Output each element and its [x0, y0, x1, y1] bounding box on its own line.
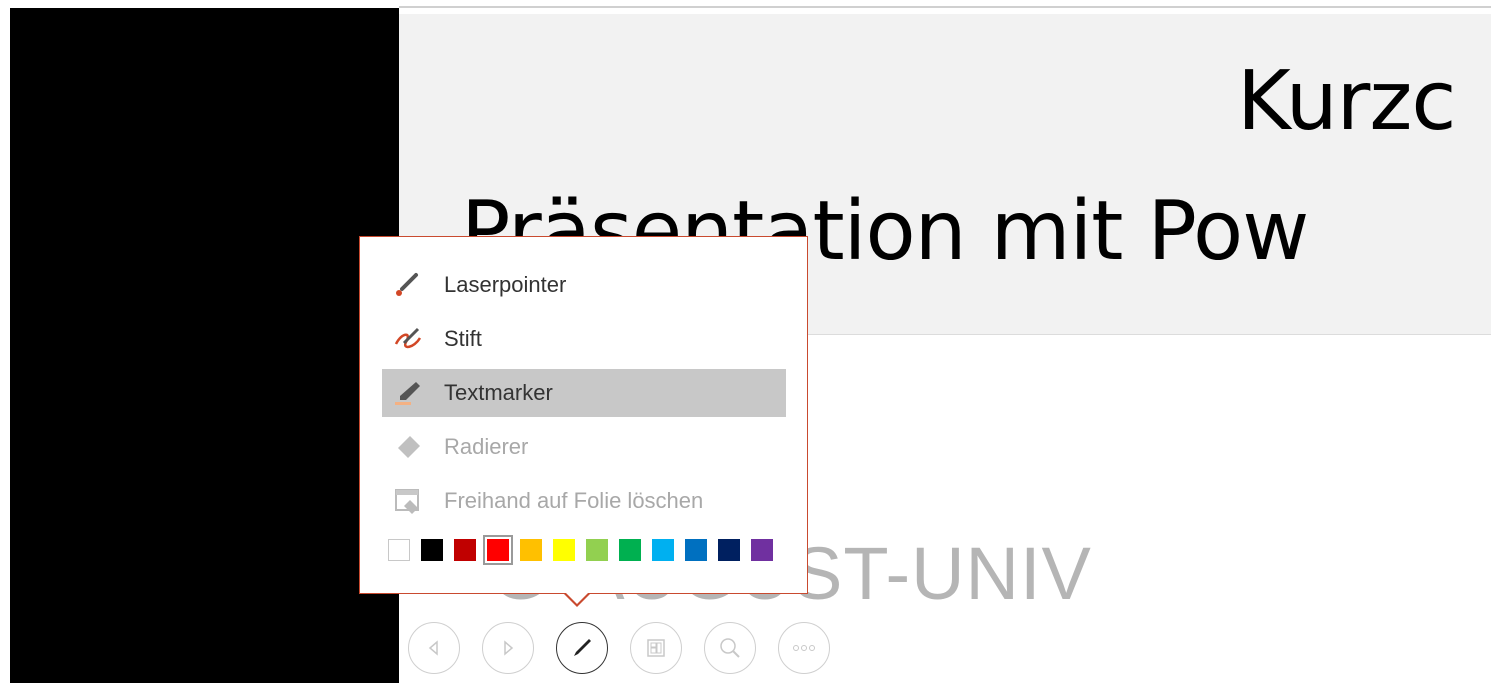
erase-all-ink-icon: [392, 485, 432, 517]
pen-icon: [392, 323, 432, 355]
menu-item-label: Radierer: [444, 434, 529, 459]
next-slide-button[interactable]: [482, 622, 534, 674]
pointer-options-menu: Laserpointer Stift Textmarker Radierer F…: [359, 236, 808, 594]
see-all-slides-icon: [647, 639, 665, 657]
eraser-icon: [392, 431, 432, 463]
color-swatch-white[interactable]: [388, 539, 410, 561]
presenter-black-area: [10, 8, 399, 683]
menu-item-stift[interactable]: Stift: [382, 315, 786, 363]
color-swatch-dark-blue[interactable]: [718, 539, 740, 561]
color-swatch-light-blue[interactable]: [652, 539, 674, 561]
color-swatch-green[interactable]: [619, 539, 641, 561]
zoom-button[interactable]: [704, 622, 756, 674]
color-swatch-light-green[interactable]: [586, 539, 608, 561]
color-swatch-red[interactable]: [483, 535, 513, 565]
menu-item-label: Textmarker: [444, 380, 553, 405]
ink-color-palette: [388, 535, 784, 565]
zoom-icon: [720, 638, 740, 658]
next-slide-icon: [504, 640, 514, 656]
more-options-button[interactable]: [778, 622, 830, 674]
color-swatch-dark-red[interactable]: [454, 539, 476, 561]
slide-title-line1: Kurzc: [1237, 54, 1456, 149]
menu-item-textmarker[interactable]: Textmarker: [382, 369, 786, 417]
color-swatch-blue[interactable]: [685, 539, 707, 561]
color-swatch-black[interactable]: [421, 539, 443, 561]
highlighter-icon: [392, 377, 432, 409]
previous-slide-button[interactable]: [408, 622, 460, 674]
menu-item-freihand-loeschen[interactable]: Freihand auf Folie löschen: [382, 477, 786, 525]
menu-item-label: Freihand auf Folie löschen: [444, 488, 704, 513]
pen-tool-button[interactable]: [556, 622, 608, 674]
laser-pointer-icon: [392, 269, 432, 301]
window-left-edge: [0, 0, 10, 683]
menu-item-laserpointer[interactable]: Laserpointer: [382, 261, 786, 309]
previous-slide-icon: [428, 640, 438, 656]
more-options-icon: [793, 645, 815, 651]
pen-tool-icon: [574, 639, 591, 656]
color-swatch-yellow[interactable]: [553, 539, 575, 561]
menu-item-label: Stift: [444, 326, 482, 351]
menu-item-radierer[interactable]: Radierer: [382, 423, 786, 471]
popup-arrow-inner: [565, 592, 589, 604]
slideshow-controls: [408, 622, 838, 678]
menu-item-label: Laserpointer: [444, 272, 567, 297]
color-swatch-purple[interactable]: [751, 539, 773, 561]
see-all-slides-button[interactable]: [630, 622, 682, 674]
color-swatch-orange[interactable]: [520, 539, 542, 561]
